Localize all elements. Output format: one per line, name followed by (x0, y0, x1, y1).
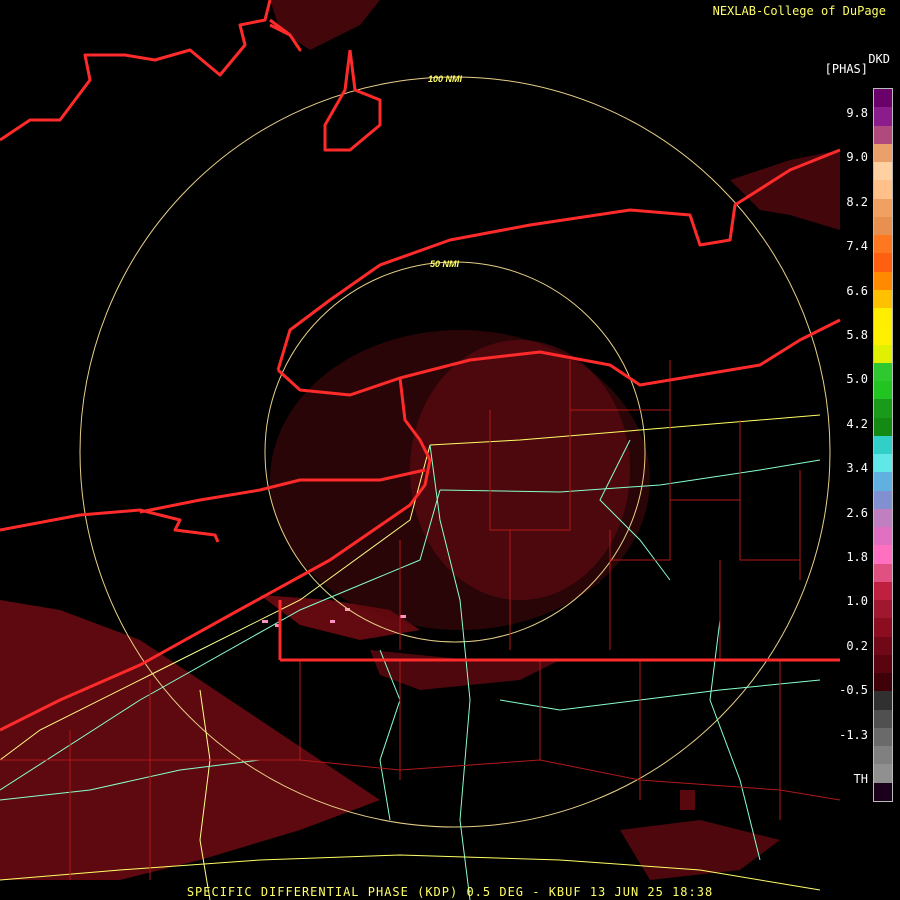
scale-swatch (874, 782, 892, 801)
scale-swatch (874, 253, 892, 272)
scale-swatch (874, 216, 892, 235)
scale-swatch (874, 326, 892, 345)
scale-swatch (874, 125, 892, 144)
scale-swatch (874, 709, 892, 728)
scale-swatch (874, 271, 892, 290)
legend-tick-label: -0.5 (839, 683, 868, 698)
scale-swatch (874, 764, 892, 783)
scale-swatch (874, 289, 892, 308)
source-credit: NEXLAB-College of DuPage (712, 4, 886, 18)
scale-swatch (874, 527, 892, 546)
scale-swatch (874, 654, 892, 673)
legend-tick-label: -1.3 (839, 727, 868, 742)
legend-units: [PHAS] (824, 62, 868, 76)
legend-tick-label: 9.8 (846, 106, 868, 120)
scale-swatch (874, 399, 892, 418)
product-code: DKD (868, 52, 890, 66)
legend-tick-label: 7.4 (846, 239, 868, 254)
scale-swatch (874, 636, 892, 655)
scale-swatch (874, 490, 892, 509)
scale-swatch (874, 508, 892, 527)
legend-tick-label: 6.6 (846, 283, 868, 298)
scale-swatch (874, 89, 892, 108)
scale-swatch (874, 308, 892, 327)
scale-swatch (874, 454, 892, 473)
scale-swatch (874, 673, 892, 692)
scale-swatch (874, 746, 892, 765)
legend-tick-label: 3.4 (846, 461, 868, 476)
scale-swatch (874, 691, 892, 710)
product-caption: SPECIFIC DIFFERENTIAL PHASE (KDP) 0.5 DE… (186, 885, 714, 899)
scale-swatch (874, 143, 892, 162)
scale-swatch (874, 180, 892, 199)
scale-swatch (874, 362, 892, 381)
legend-tick-label: TH (853, 772, 868, 786)
radar-map: 50 NMI 100 NMI (0, 0, 900, 900)
scale-swatch (874, 563, 892, 582)
scale-swatch (874, 600, 892, 619)
scale-swatch (874, 381, 892, 400)
scale-swatch (874, 344, 892, 363)
scale-swatch (874, 107, 892, 126)
legend-tick-label: 2.6 (846, 505, 868, 520)
scale-swatch (874, 198, 892, 217)
scale-swatch (874, 417, 892, 436)
scale-swatch (874, 727, 892, 746)
scale-swatch (874, 162, 892, 181)
inner-ring-label: 50 NMI (430, 259, 460, 269)
legend-tick-label: 4.2 (846, 416, 868, 431)
scale-swatch (874, 618, 892, 637)
legend-tick-label: 1.0 (846, 594, 868, 609)
legend-tick-label: 5.0 (846, 372, 868, 387)
legend-tick-label: 8.2 (846, 194, 868, 209)
scale-swatch (874, 581, 892, 600)
color-scale (873, 88, 893, 802)
scale-swatch (874, 435, 892, 454)
scale-swatch (874, 472, 892, 491)
legend-tick-label: 5.8 (846, 328, 868, 342)
legend-tick-label: 9.0 (846, 150, 868, 165)
scale-swatch (874, 235, 892, 254)
outer-ring-label: 100 NMI (428, 74, 463, 84)
legend-tick-label: 0.2 (846, 638, 868, 653)
legend-tick-label: 1.8 (846, 550, 868, 564)
scale-swatch (874, 545, 892, 564)
